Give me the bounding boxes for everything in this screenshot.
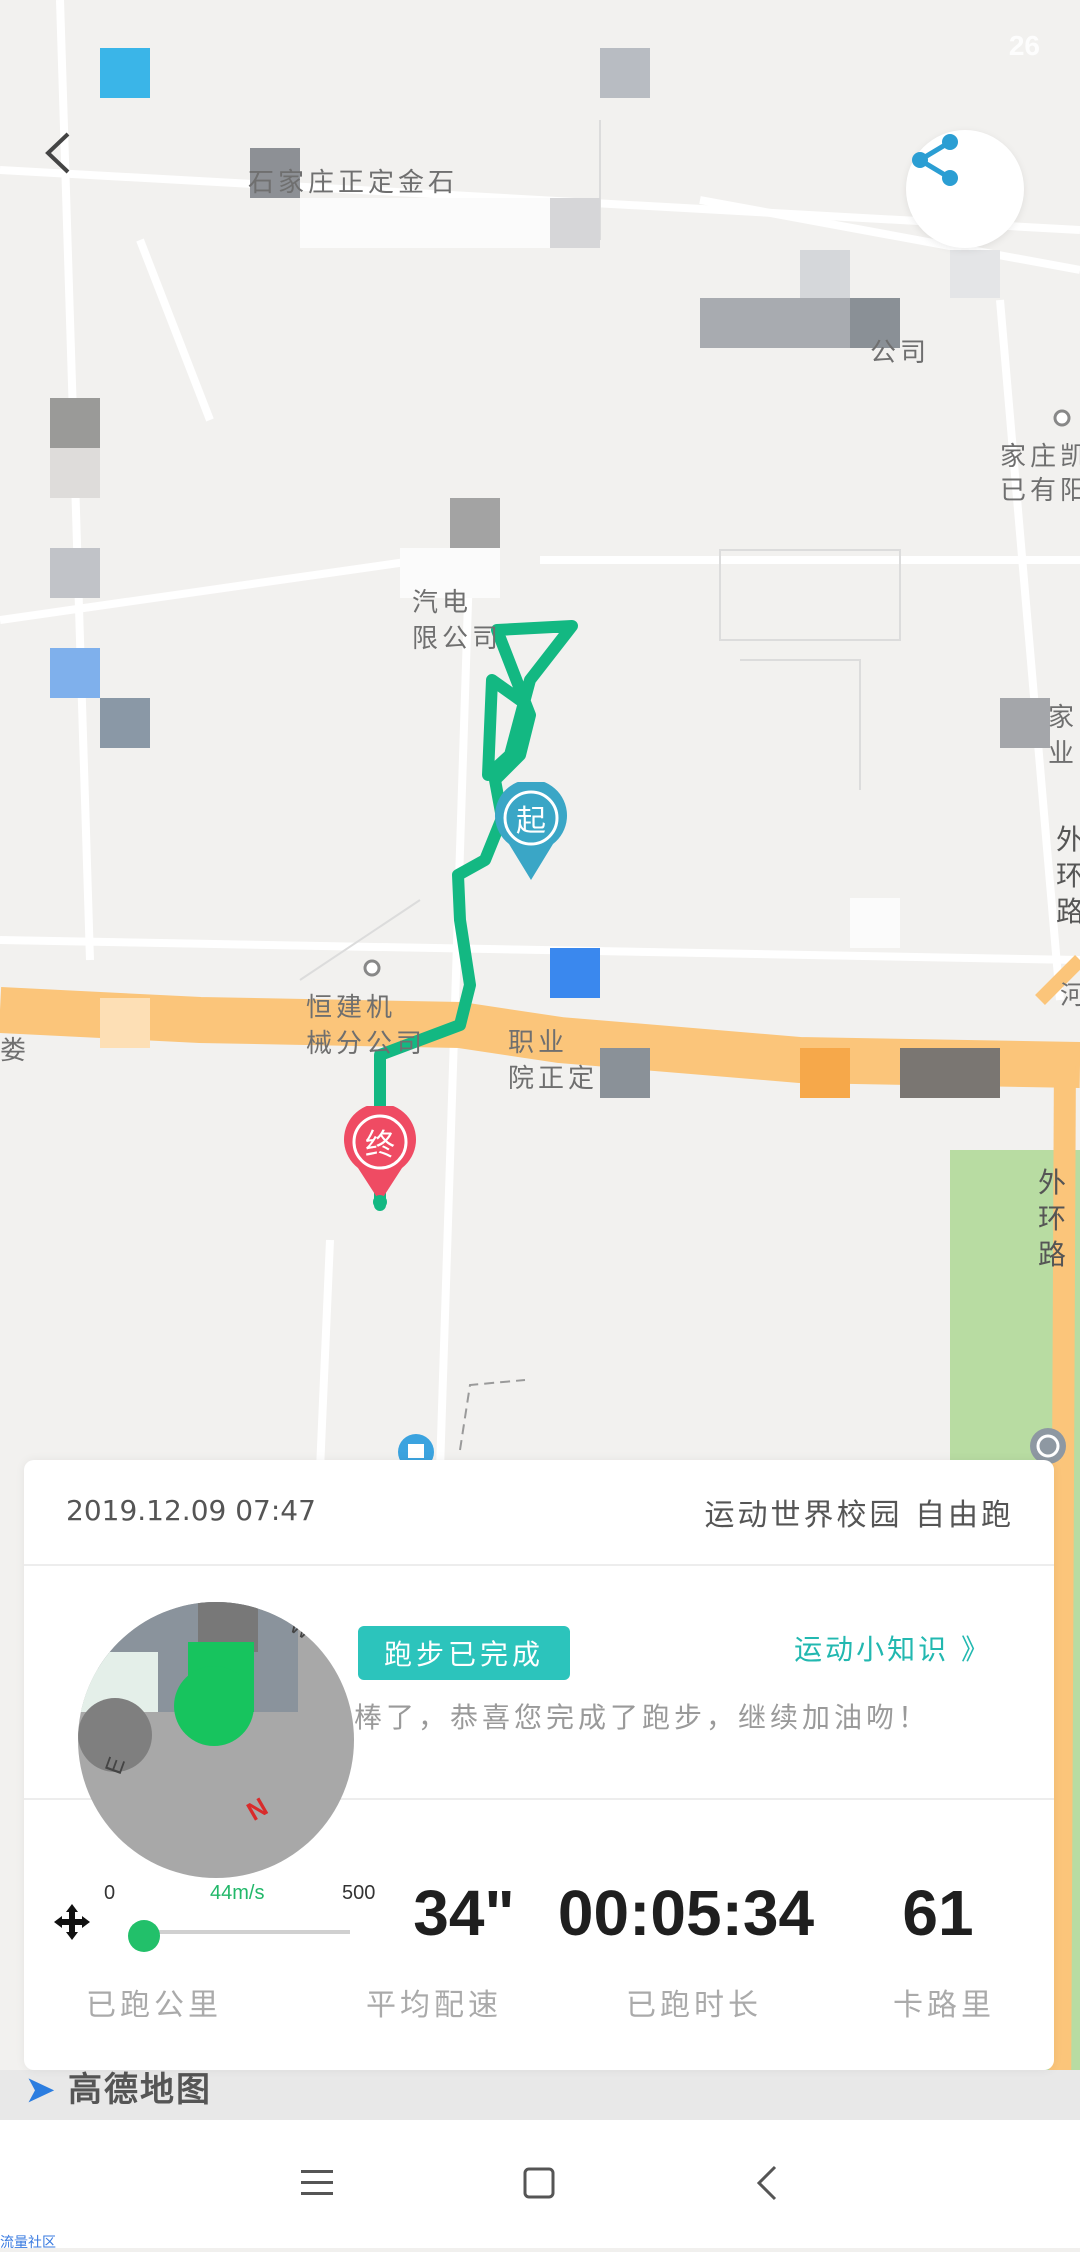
start-pin[interactable]: 起 [495, 782, 567, 882]
map-label: 恒建机 械分公司 [306, 993, 427, 1059]
mosaic-block [700, 298, 850, 348]
speed-control[interactable]: 0 44m/s 500 [52, 1860, 375, 1952]
mosaic-block [850, 898, 900, 948]
speed-slider-thumb[interactable] [128, 1920, 161, 1952]
completed-badge: 跑步已完成 [358, 1626, 570, 1680]
sports-tips-link[interactable]: 运动小知识 》 [794, 1628, 992, 1668]
share-button[interactable] [906, 130, 1024, 248]
menu-icon [301, 2170, 333, 2195]
map-label: 汽电 限公司 [412, 588, 503, 654]
system-back-button[interactable] [732, 2148, 802, 2218]
mosaic-block [100, 48, 150, 98]
chevron-left-icon [45, 132, 70, 174]
menu-button[interactable] [282, 2148, 352, 2218]
mosaic-block [800, 1048, 850, 1098]
compass-center-dot [174, 1666, 254, 1746]
congrats-message: 棒了，恭喜您完成了跑步，继续加油吻！ [354, 1701, 931, 1734]
stat-label: 已跑时长 [626, 1988, 762, 2023]
speed-current: 44m/s [210, 1882, 265, 1904]
mosaic-block [900, 1048, 1000, 1098]
navigation-arrow-icon: ➤ [26, 2071, 57, 2109]
mosaic-block [300, 198, 550, 248]
mosaic-block [50, 448, 100, 498]
mosaic-block [600, 48, 650, 98]
map-label: 河 [1060, 981, 1080, 1011]
home-button[interactable] [504, 2148, 574, 2218]
poi-dot-icon [1053, 409, 1071, 427]
mosaic-block [50, 648, 100, 698]
system-nav-bar [0, 2120, 1080, 2248]
mosaic-block [100, 998, 150, 1048]
map-label: 娄 [0, 1036, 31, 1066]
mosaic-block [600, 1048, 650, 1098]
speed-min: 0 [104, 1882, 116, 1904]
mosaic-block [450, 498, 500, 548]
mosaic-block [50, 548, 100, 598]
speed-max: 500 [342, 1882, 376, 1904]
road-label: 外环路 [1056, 823, 1080, 928]
poi-dot-icon [363, 959, 381, 977]
stat-label: 已跑公里 [86, 1988, 222, 2023]
compass-north: N [241, 1791, 273, 1827]
amap-logo-text: 高德地图 [67, 2071, 212, 2109]
road-label: 外环路 [1038, 1166, 1067, 1271]
stat-label: 卡路里 [893, 1988, 995, 2023]
run-mode: 运动世界校园 自由跑 [704, 1498, 1014, 1533]
mosaic-block [550, 198, 600, 248]
chevron-left-icon [756, 2165, 777, 2201]
stat-label: 平均配速 [366, 1988, 502, 2023]
map-label: 职业 院正定 [508, 1028, 599, 1094]
footer-tag: 流量社区 [0, 2234, 56, 2250]
watermark: 26 [1008, 30, 1040, 61]
end-pin-label: 终 [365, 1128, 395, 1163]
mosaic-block [100, 698, 150, 748]
back-button[interactable] [38, 128, 78, 178]
map-label: 家 业 [1048, 703, 1079, 769]
square-home-icon [523, 2167, 555, 2199]
compass-overlay[interactable]: W E N [78, 1602, 354, 1878]
share-icon [912, 134, 958, 186]
map-label: 公司 [870, 338, 931, 368]
card-header: 2019.12.09 07:47 运动世界校园 自由跑 [24, 1460, 1054, 1566]
stat-value: 61 [902, 1877, 974, 1949]
end-pin[interactable]: 终 [344, 1106, 416, 1210]
mosaic-block [800, 250, 850, 298]
run-datetime: 2019.12.09 07:47 [66, 1494, 316, 1527]
mosaic-block [950, 250, 1000, 298]
map-label: 家庄凯 已有阳 [1000, 442, 1080, 506]
speed-track[interactable] [140, 1930, 350, 1934]
map-label: 石家庄正定金石 [248, 168, 459, 198]
mosaic-block [50, 398, 100, 448]
mosaic-block [1000, 698, 1050, 748]
start-pin-label: 起 [516, 804, 546, 839]
move-cross-icon[interactable] [52, 1902, 92, 1942]
mosaic-block [550, 948, 600, 998]
stat-value: 00:05:34 [557, 1877, 815, 1949]
